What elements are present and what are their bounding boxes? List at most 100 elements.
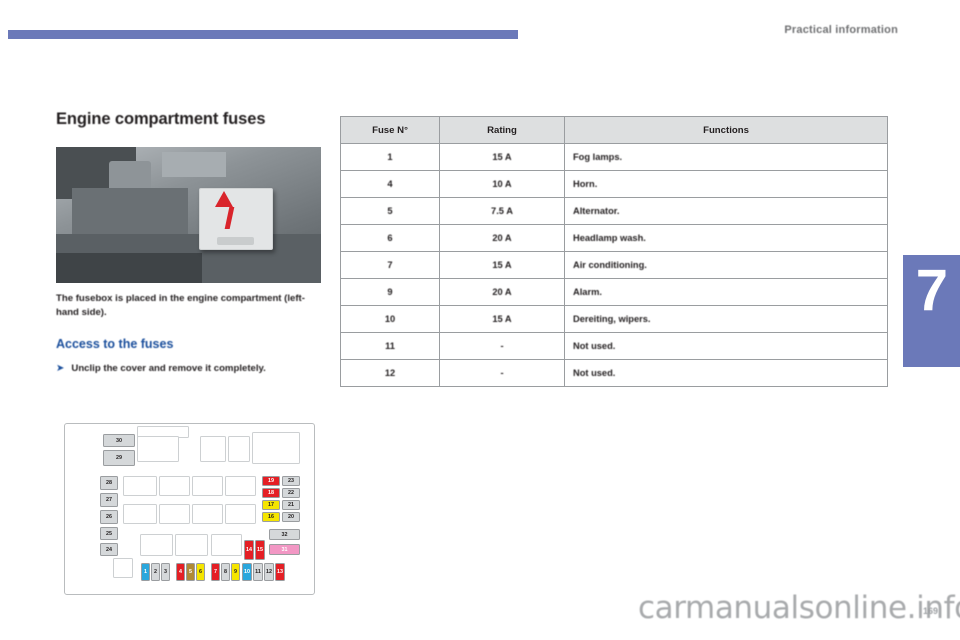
subsection-title: Access to the fuses (56, 337, 174, 352)
instruction-text: Unclip the cover and remove it completel… (71, 363, 266, 375)
fusebox-outline: 30 29 28 27 26 25 24 19 23 18 22 17 21 16 20 32 31 14 15 1 2… (64, 423, 315, 595)
cell-functions: Dereiting, wipers. (564, 305, 888, 333)
fuse-slot-empty (140, 534, 173, 556)
fuse-slot-empty (211, 534, 242, 556)
cell-functions: Headlamp wash. (564, 224, 888, 252)
fuse-25: 25 (100, 527, 118, 540)
fuse-13: 13 (275, 563, 285, 581)
fuse-slot-empty (113, 558, 133, 578)
fuse-20: 20 (282, 512, 300, 522)
fuse-slot-empty (225, 476, 256, 496)
fuse-slot-empty (175, 534, 208, 556)
cell-no: 10 (340, 305, 440, 333)
cell-rating: 7.5 A (439, 197, 565, 225)
fuse-slot-empty (192, 476, 223, 496)
fuse-3: 3 (161, 563, 170, 581)
cell-functions: Air conditioning. (564, 251, 888, 279)
fuse-slot-empty (137, 436, 179, 462)
fuse-16: 16 (262, 512, 280, 522)
engine-compartment-photo (56, 147, 321, 283)
fuse-32: 32 (269, 529, 300, 540)
cell-no: 7 (340, 251, 440, 279)
fuse-slot-empty (225, 504, 256, 524)
cell-rating: - (439, 332, 565, 360)
cell-rating: 15 A (439, 305, 565, 333)
fuse-19: 19 (262, 476, 280, 486)
fuse-12: 12 (264, 563, 274, 581)
fuse-29: 29 (103, 450, 135, 466)
table-row: 11- Not used. (340, 332, 888, 360)
chapter-header-rule (8, 30, 518, 39)
fuse-22: 22 (282, 488, 300, 498)
cell-no: 1 (340, 143, 440, 171)
fuse-table: Fuse N° Rating Functions 1 15 A Fog lamps.… (340, 116, 888, 387)
page-title: Engine compartment fuses (56, 110, 266, 128)
fuse-8: 8 (221, 563, 230, 581)
table-row: 10 15 A Dereiting, wipers. (340, 305, 888, 333)
intro-paragraph: The fusebox is placed in the engine comp… (56, 293, 305, 318)
fusebox-diagram: 30 29 28 27 26 25 24 19 23 18 22 17 21 16 20 32 31 14 15 1 2… (56, 420, 321, 600)
page-number: 169 (922, 606, 938, 616)
fuse-slot-empty (200, 436, 226, 462)
column-header-functions: Functions (564, 116, 888, 144)
cell-functions: Fog lamps. (564, 143, 888, 171)
table-row: 9 20 A Alarm. (340, 278, 888, 306)
instruction-bullet: ➤ Unclip the cover and remove it complet… (56, 362, 322, 375)
fuse-7: 7 (211, 563, 220, 581)
fuse-11: 11 (253, 563, 263, 581)
cell-rating: 20 A (439, 278, 565, 306)
cell-rating: 15 A (439, 143, 565, 171)
cell-functions: Not used. (564, 332, 888, 360)
cell-rating: 15 A (439, 251, 565, 279)
left-content-column: Engine compartment fuses The fusebox is … (56, 110, 322, 376)
fuse-slot-empty (123, 476, 157, 496)
fuse-slot-empty (123, 504, 157, 524)
fuse-15: 15 (255, 540, 265, 560)
table-row: 6 20 A Headlamp wash. (340, 224, 888, 252)
fuse-6: 6 (196, 563, 205, 581)
fuse-14: 14 (244, 540, 254, 560)
cell-rating: 10 A (439, 170, 565, 198)
fuse-5: 5 (186, 563, 195, 581)
fuse-28: 28 (100, 476, 118, 490)
cell-no: 6 (340, 224, 440, 252)
fusebox-highlight (199, 187, 273, 250)
fuse-slot-empty (159, 504, 190, 524)
fuse-4: 4 (176, 563, 185, 581)
fuse-slot-empty (192, 504, 223, 524)
table-row: 1 15 A Fog lamps. (340, 143, 888, 171)
fuse-17: 17 (262, 500, 280, 510)
fuse-31: 31 (269, 544, 300, 555)
fuse-slot-empty (159, 476, 190, 496)
table-row: 4 10 A Horn. (340, 170, 888, 198)
cell-functions: Alternator. (564, 197, 888, 225)
cell-no: 5 (340, 197, 440, 225)
table-row: 5 7.5 A Alternator. (340, 197, 888, 225)
column-header-fuse-no: Fuse N° (340, 116, 440, 144)
arrow-up-icon (215, 190, 233, 207)
cell-no: 4 (340, 170, 440, 198)
fuse-24: 24 (100, 543, 118, 556)
fuse-10: 10 (242, 563, 252, 581)
fuse-26: 26 (100, 510, 118, 524)
cell-functions: Alarm. (564, 278, 888, 306)
cell-rating: 20 A (439, 224, 565, 252)
fuse-27: 27 (100, 493, 118, 507)
fuse-30: 30 (103, 434, 135, 447)
fuse-21: 21 (282, 500, 300, 510)
fuse-slot-empty (252, 432, 300, 464)
arrow-right-icon: ➤ (56, 363, 65, 375)
chapter-header-title: Practical information (784, 24, 898, 36)
table-row: 7 15 A Air conditioning. (340, 251, 888, 279)
chapter-number: 7 (915, 258, 948, 323)
cell-functions: Horn. (564, 170, 888, 198)
fuse-slot-empty (228, 436, 250, 462)
table-row: 12- Not used. (340, 359, 888, 387)
cell-no: 12 (340, 359, 440, 387)
site-watermark: carmanualsonline.info (638, 590, 960, 626)
cell-functions: Not used. (564, 359, 888, 387)
fuse-23: 23 (282, 476, 300, 486)
fuse-9: 9 (231, 563, 240, 581)
cell-rating: - (439, 359, 565, 387)
column-header-rating: Rating (439, 116, 565, 144)
